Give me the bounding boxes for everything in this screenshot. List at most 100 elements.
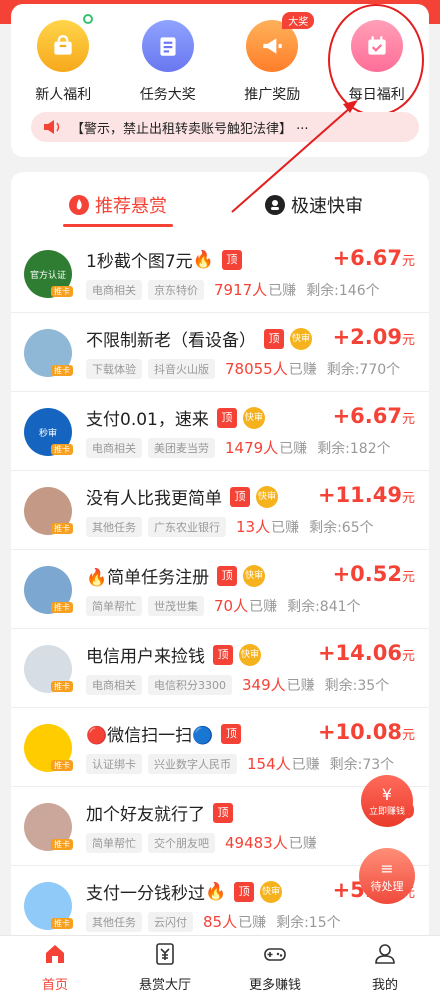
quick-actions: 新人福利 任务大奖 大奖 推广奖励 每日福利 <box>11 4 429 116</box>
gamepad-icon <box>264 948 286 961</box>
quick-action-task-prize[interactable]: 任务大奖 <box>118 16 218 106</box>
task-row[interactable]: 推卡 🔥简单任务注册顶快审 简单帮忙 世茂世集 70人 已赚 剩余:841个 +0.52元 <box>11 550 429 629</box>
clock-icon <box>265 195 285 215</box>
home-icon <box>46 945 64 963</box>
document-icon <box>141 20 194 72</box>
task-title: 支付0.01，速来 <box>86 410 209 430</box>
nav-reward-hall[interactable]: 悬赏大厅 <box>110 936 220 999</box>
hot-badge: 大奖 <box>282 12 315 29</box>
task-row[interactable]: 推卡 电信用户来捡钱顶快审 电商相关 电信积分3300 349人 已赚 剩余:35个 +14.… <box>11 629 429 708</box>
pinned-tag: 顶 <box>221 249 242 270</box>
reward-unit: 元 <box>401 728 415 743</box>
yuan-doc-icon <box>156 943 174 965</box>
pinned-tag: 顶 <box>217 565 238 586</box>
category-chip: 电信积分3300 <box>148 674 232 695</box>
earned-count: 13人 <box>236 518 271 536</box>
nav-mine[interactable]: 我的 <box>330 936 440 999</box>
task-row[interactable]: 推卡 🔴微信扫一扫🔵 顶认证绑卡 兴业数字人民币 154人 已赚 剩余:73个 +10.08元 <box>11 708 429 787</box>
yuan-icon: ¥ <box>381 785 393 804</box>
reward-unit: 元 <box>401 333 415 348</box>
earned-label: 已赚 <box>238 914 267 931</box>
nav-more-earn[interactable]: 更多赚钱 <box>220 936 330 999</box>
earned-count: 1479人 <box>225 439 279 457</box>
task-title-row: 1秒截个图7元 🔥 顶 <box>86 247 242 272</box>
task-meta: 其他任务 云闪付 85人 已赚 剩余:15个 <box>86 911 341 932</box>
pinned-tag: 顶 <box>213 802 233 823</box>
avatar-badge: 推卡 <box>51 918 73 929</box>
task-title: 🔥简单任务注册 <box>86 568 210 588</box>
remaining-count: 剩余:35个 <box>324 677 390 694</box>
category-chip: 电商相关 <box>86 279 142 300</box>
task-meta: 电商相关 电信积分3300 349人 已赚 剩余:35个 <box>86 674 389 695</box>
quick-action-label: 任务大奖 <box>139 87 196 103</box>
pending-button[interactable]: ≡ 待处理 <box>359 848 415 904</box>
quick-action-label: 推广奖励 <box>244 87 301 103</box>
earned-count: 78055人 <box>225 360 288 378</box>
task-meta: 认证绑卡 兴业数字人民币 154人 已赚 剩余:73个 <box>86 753 394 774</box>
nav-home[interactable]: 首页 <box>0 936 110 999</box>
reward-unit: 元 <box>401 491 415 506</box>
task-meta: 电商相关 京东特价 7917人 已赚 剩余:146个 <box>86 279 380 300</box>
reward-unit: 元 <box>401 254 415 269</box>
tab-recommended[interactable]: 推荐悬赏 <box>69 192 167 218</box>
category-chip: 抖音火山版 <box>148 358 215 379</box>
earned-count: 154人 <box>247 755 291 773</box>
remaining-count: 剩余:15个 <box>276 914 341 931</box>
earn-now-button[interactable]: ¥ 立即赚钱 <box>361 775 413 827</box>
nav-label: 更多赚钱 <box>248 978 301 993</box>
earned-label: 已赚 <box>271 519 300 536</box>
tab-bar: 推荐悬赏 极速快审 <box>11 172 429 234</box>
reward-amount: +2.09元 <box>333 325 415 349</box>
bottom-nav: 首页 悬赏大厅 更多赚钱 我的 <box>0 935 440 999</box>
fast-review-badge: 快审 <box>243 564 266 587</box>
remaining-count: 剩余:146个 <box>306 282 380 299</box>
task-title-row: 🔴微信扫一扫🔵 顶 <box>86 721 242 746</box>
task-title: 1秒截个图7元 <box>86 252 193 272</box>
task-row[interactable]: 推卡 不限制新老（看设备） 顶快审 下载体验 抖音火山版 78055人 已赚 剩余:770个 +… <box>11 313 429 392</box>
avatar-badge: 推卡 <box>51 602 73 613</box>
task-row[interactable]: 推卡 没有人比我更简单顶快审 其他任务 广东农业银行 13人 已赚 剩余:65个 +11.49… <box>11 471 429 550</box>
task-row[interactable]: 官方认证 推卡 1秒截个图7元 🔥 顶电商相关 京东特价 7917人 已赚 剩余:146个 +6.… <box>11 234 429 313</box>
reward-amount: +6.67元 <box>333 404 415 428</box>
task-title-row: 电信用户来捡钱顶快审 <box>86 642 261 667</box>
category-chip: 认证绑卡 <box>86 753 142 774</box>
reward-value: +0.52 <box>332 562 402 586</box>
speaker-icon <box>44 120 60 134</box>
task-title-row: 支付一分钱秒过 🔥 顶快审 <box>86 879 283 904</box>
fast-review-badge: 快审 <box>290 327 312 350</box>
category-chip: 京东特价 <box>148 279 204 300</box>
reward-unit: 元 <box>401 570 415 585</box>
task-meta: 下载体验 抖音火山版 78055人 已赚 剩余:770个 <box>86 358 400 379</box>
task-title: 不限制新老（看设备） <box>86 331 256 351</box>
reward-unit: 元 <box>401 412 415 427</box>
earned-label: 已赚 <box>279 440 308 457</box>
task-title-row: 加个好友就行了顶 <box>86 800 233 825</box>
chat-icon: ≡ <box>380 858 394 878</box>
flame-icon: 🔥 <box>205 881 227 902</box>
pinned-tag: 顶 <box>221 723 242 744</box>
quick-action-newbie[interactable]: 新人福利 <box>13 14 113 106</box>
earned-count: 349人 <box>242 676 286 694</box>
gift-bag-icon <box>37 20 90 72</box>
notice-bar[interactable]: 【警示，禁止出租转卖账号触犯法律】 ··· <box>31 112 419 142</box>
status-dot-icon <box>83 14 94 24</box>
tab-fast-review[interactable]: 极速快审 <box>265 192 363 218</box>
avatar-badge: 推卡 <box>51 523 73 534</box>
quick-action-label: 新人福利 <box>35 87 92 103</box>
fast-review-badge: 快审 <box>256 485 278 508</box>
earned-count: 85人 <box>203 913 238 931</box>
task-title-row: 支付0.01，速来顶快审 <box>86 405 265 430</box>
quick-action-promotion[interactable]: 大奖 推广奖励 <box>222 12 322 106</box>
earned-label: 已赚 <box>288 361 317 378</box>
task-list-card: 推荐悬赏 极速快审 官方认证 推卡 1秒截个图7元 🔥 顶电商相关 京东特价 7917人 已赚… <box>11 172 429 952</box>
avatar-badge: 推卡 <box>51 839 73 850</box>
tab-underline <box>63 224 173 227</box>
fast-review-badge: 快审 <box>260 880 283 903</box>
nav-label: 首页 <box>41 978 68 993</box>
pending-label: 待处理 <box>370 879 404 893</box>
task-row[interactable]: 秒审 推卡 支付0.01，速来顶快审 电商相关 美团麦当劳 1479人 已赚 剩余:182个 +… <box>11 392 429 471</box>
reward-amount: +11.49元 <box>318 483 415 507</box>
user-icon <box>375 944 395 964</box>
reward-amount: +10.08元 <box>318 720 415 744</box>
category-chip: 简单帮忙 <box>86 832 142 853</box>
